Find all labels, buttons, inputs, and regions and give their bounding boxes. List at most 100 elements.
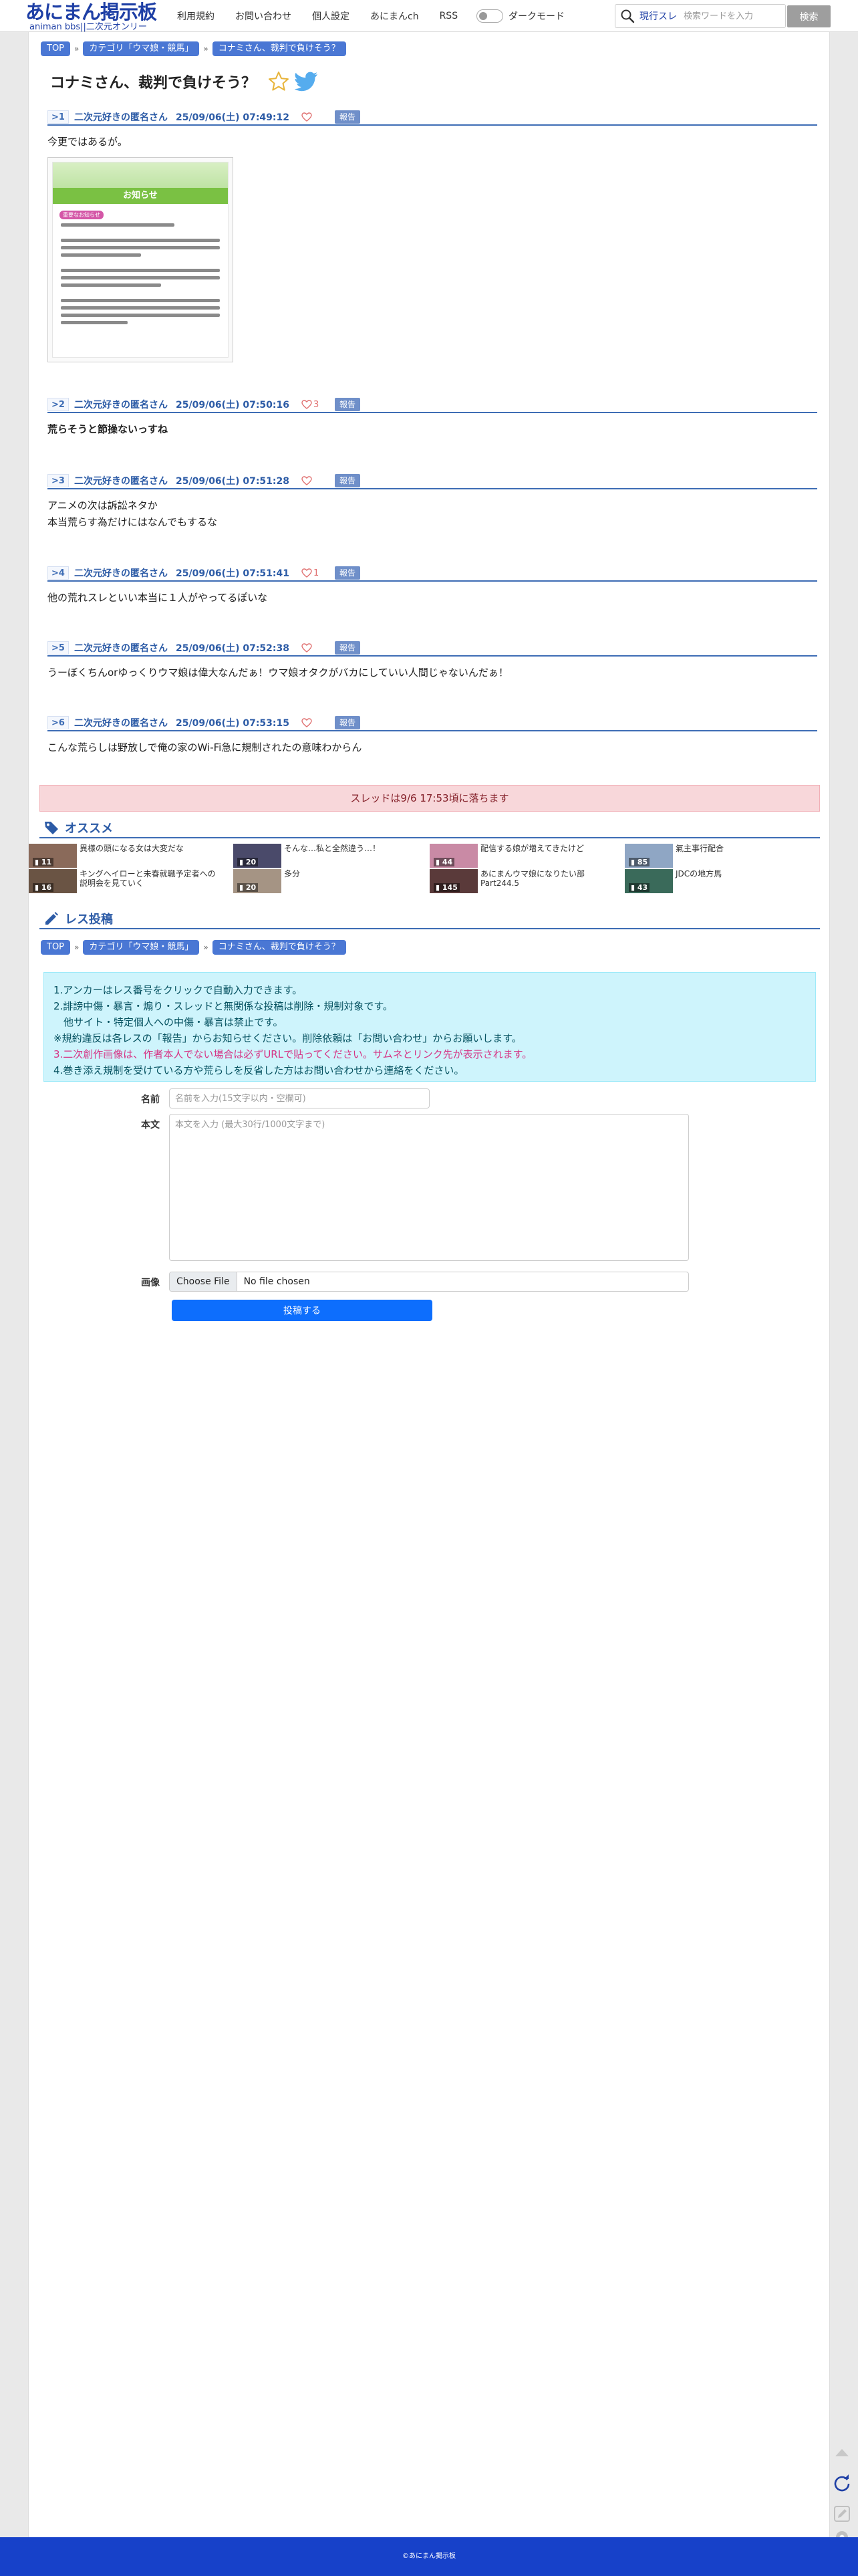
search-box: 現行スレ (615, 4, 786, 28)
pencil-icon (45, 912, 58, 925)
post-date: 25/09/06(土) 07:49:12 (176, 112, 289, 123)
settings-button[interactable] (829, 2529, 855, 2537)
recommend-item[interactable]: ▮ 16 キングヘイローと未春就職予定者への説明会を見ていく (29, 869, 223, 893)
post-body: アニメの次は訴訟ネタか 本当荒らす為だけにはなんでもするな (47, 499, 217, 528)
report-button[interactable]: 報告 (335, 398, 361, 411)
recommend-title: オススメ (65, 822, 113, 836)
nav-animanch[interactable]: あにまんch (370, 9, 419, 23)
search-button[interactable]: 検索 (787, 5, 831, 27)
rule-line: ※規約違反は各レスの「報告」からお知らせください。削除依頼は「お問い合わせ」から… (53, 1032, 522, 1044)
post-header: >6 二次元好きの匿名さん 25/09/06(土) 07:53:15 報告 (47, 715, 817, 731)
recommend-thumbnail: ▮ 43 (625, 869, 673, 893)
heart-outline-icon[interactable] (301, 643, 312, 653)
rule-line: 他サイト・特定個人への中傷・暴言は禁止です。 (53, 1016, 283, 1028)
post-2: >2 二次元好きの匿名さん 25/09/06(土) 07:50:16 3 報告 … (47, 397, 817, 438)
nav-terms[interactable]: 利用規約 (177, 9, 214, 23)
post-header: >5 二次元好きの匿名さん 25/09/06(土) 07:52:38 報告 (47, 640, 817, 657)
heart-outline-icon[interactable] (301, 400, 312, 409)
image-tag: 重要なお知らせ (59, 211, 104, 219)
breadcrumb-category[interactable]: カテゴリ「ウマ娘・競馬」 (83, 41, 200, 56)
main-nav: 利用規約 お問い合わせ 個人設定 あにまんch RSS (177, 0, 478, 32)
nav-rss[interactable]: RSS (440, 11, 458, 21)
recommend-item[interactable]: ▮ 44 配信する娘が増えてきたけど (430, 844, 623, 868)
post-author: 二次元好きの匿名さん (74, 112, 168, 123)
report-button[interactable]: 報告 (335, 716, 361, 729)
settings-icon (836, 2531, 848, 2537)
breadcrumb-thread[interactable]: コナミさん、裁判で負けそう？ (212, 940, 346, 955)
choose-file-button[interactable]: Choose File (170, 1272, 237, 1291)
comment-count: ▮ 44 (434, 858, 455, 866)
heart-outline-icon[interactable] (301, 112, 312, 122)
name-label: 名前 (141, 1094, 160, 1105)
write-button[interactable] (829, 2500, 855, 2527)
breadcrumb: TOP » カテゴリ「ウマ娘・競馬」 » コナミさん、裁判で負けそう？ (41, 41, 346, 56)
post-date: 25/09/06(土) 07:51:41 (176, 568, 289, 579)
post-author: 二次元好きの匿名さん (74, 718, 168, 729)
refresh-button[interactable] (829, 2470, 855, 2496)
image-file-input[interactable]: Choose File No file chosen (169, 1272, 689, 1292)
nav-contact[interactable]: お問い合わせ (235, 9, 291, 23)
post-date: 25/09/06(土) 07:50:16 (176, 400, 289, 411)
tag-icon (45, 822, 58, 834)
report-button[interactable]: 報告 (335, 110, 361, 124)
nav-personal-settings[interactable]: 個人設定 (312, 9, 349, 23)
comment-count: ▮ 145 (434, 883, 460, 892)
report-button[interactable]: 報告 (335, 474, 361, 487)
heart-outline-icon[interactable] (301, 718, 312, 727)
recommend-item[interactable]: ▮ 20 そんな…私と全然違う…！ (233, 844, 427, 868)
report-button[interactable]: 報告 (335, 641, 361, 655)
heart-outline-icon[interactable] (301, 568, 312, 578)
recommend-item[interactable]: ▮ 11 異様の頭になる女は大変だな (29, 844, 223, 868)
post-header: >2 二次元好きの匿名さん 25/09/06(土) 07:50:16 3 報告 (47, 397, 817, 413)
post-number-anchor[interactable]: >6 (47, 716, 69, 729)
site-header: あにまん掲示板 animan bbs||二次元オンリー 利用規約 お問い合わせ … (0, 0, 858, 32)
recommend-title-text: キングヘイローと未春就職予定者への説明会を見ていく (80, 869, 216, 888)
post-author: 二次元好きの匿名さん (74, 643, 168, 654)
dark-mode-toggle[interactable] (476, 9, 503, 23)
like-count: 1 (313, 568, 319, 578)
post-header: >4 二次元好きの匿名さん 25/09/06(土) 07:51:41 1 報告 (47, 566, 817, 582)
recommend-title-text: 氣主事行配合 (676, 844, 724, 853)
recommend-item[interactable]: ▮ 145 あにまんウマ娘になりたい部Part244.5 (430, 869, 623, 893)
post-date: 25/09/06(土) 07:52:38 (176, 643, 289, 654)
like-count: 3 (313, 399, 319, 410)
breadcrumb-top[interactable]: TOP (41, 940, 71, 955)
twitter-bird-icon[interactable] (295, 71, 319, 92)
post-number-anchor[interactable]: >2 (47, 398, 69, 411)
post-number-anchor[interactable]: >4 (47, 566, 69, 580)
post-number-anchor[interactable]: >1 (47, 110, 69, 124)
recommend-title-text: 異様の頭になる女は大変だな (80, 844, 184, 853)
breadcrumb-separator-icon: » (74, 943, 80, 952)
search-scope-current-threads[interactable]: 現行スレ (639, 9, 677, 23)
thread-title-row: コナミさん、裁判で負けそう？ (50, 68, 319, 95)
scroll-top-button[interactable] (829, 2439, 855, 2466)
recommend-item[interactable]: ▮ 20 多分 (233, 869, 427, 893)
report-button[interactable]: 報告 (335, 566, 361, 580)
post-header: >3 二次元好きの匿名さん 25/09/06(土) 07:51:28 報告 (47, 473, 817, 489)
post-1: >1 二次元好きの匿名さん 25/09/06(土) 07:49:12 報告 今更… (47, 110, 817, 362)
recommend-title-text: 配信する娘が増えてきたけど (480, 844, 585, 853)
dark-mode-switch[interactable]: ダークモード (476, 9, 565, 23)
attached-image[interactable]: お知らせ 重要なお知らせ (47, 157, 233, 362)
post-header: >1 二次元好きの匿名さん 25/09/06(土) 07:49:12 報告 (47, 110, 817, 126)
name-field[interactable] (169, 1088, 430, 1108)
star-outline-icon[interactable] (268, 71, 289, 92)
comment-count: ▮ 20 (237, 883, 259, 892)
post-number-anchor[interactable]: >5 (47, 641, 69, 655)
submit-post-button[interactable]: 投稿する (172, 1300, 432, 1321)
heart-outline-icon[interactable] (301, 476, 312, 485)
image-top-decoration (53, 162, 228, 188)
site-logo[interactable]: あにまん掲示板 animan bbs||二次元オンリー (25, 1, 166, 31)
breadcrumb-separator-icon: » (74, 44, 80, 53)
post-body: 荒らそうと節操ないっすね (47, 423, 168, 435)
breadcrumb-category[interactable]: カテゴリ「ウマ娘・競馬」 (83, 940, 200, 955)
search-input[interactable] (684, 11, 784, 21)
post-number-anchor[interactable]: >3 (47, 474, 69, 487)
body-textarea[interactable] (169, 1114, 689, 1261)
thread-title: コナミさん、裁判で負けそう？ (50, 75, 257, 92)
breadcrumb-thread[interactable]: コナミさん、裁判で負けそう？ (212, 41, 346, 56)
breadcrumb-top[interactable]: TOP (41, 41, 71, 56)
recommend-item[interactable]: ▮ 43 JDCの地方馬 (625, 869, 819, 893)
post-body: こんな荒らしは野放しで俺の家のWi-Fi急に規制されたの意味わからん (47, 741, 362, 753)
recommend-item[interactable]: ▮ 85 氣主事行配合 (625, 844, 819, 868)
